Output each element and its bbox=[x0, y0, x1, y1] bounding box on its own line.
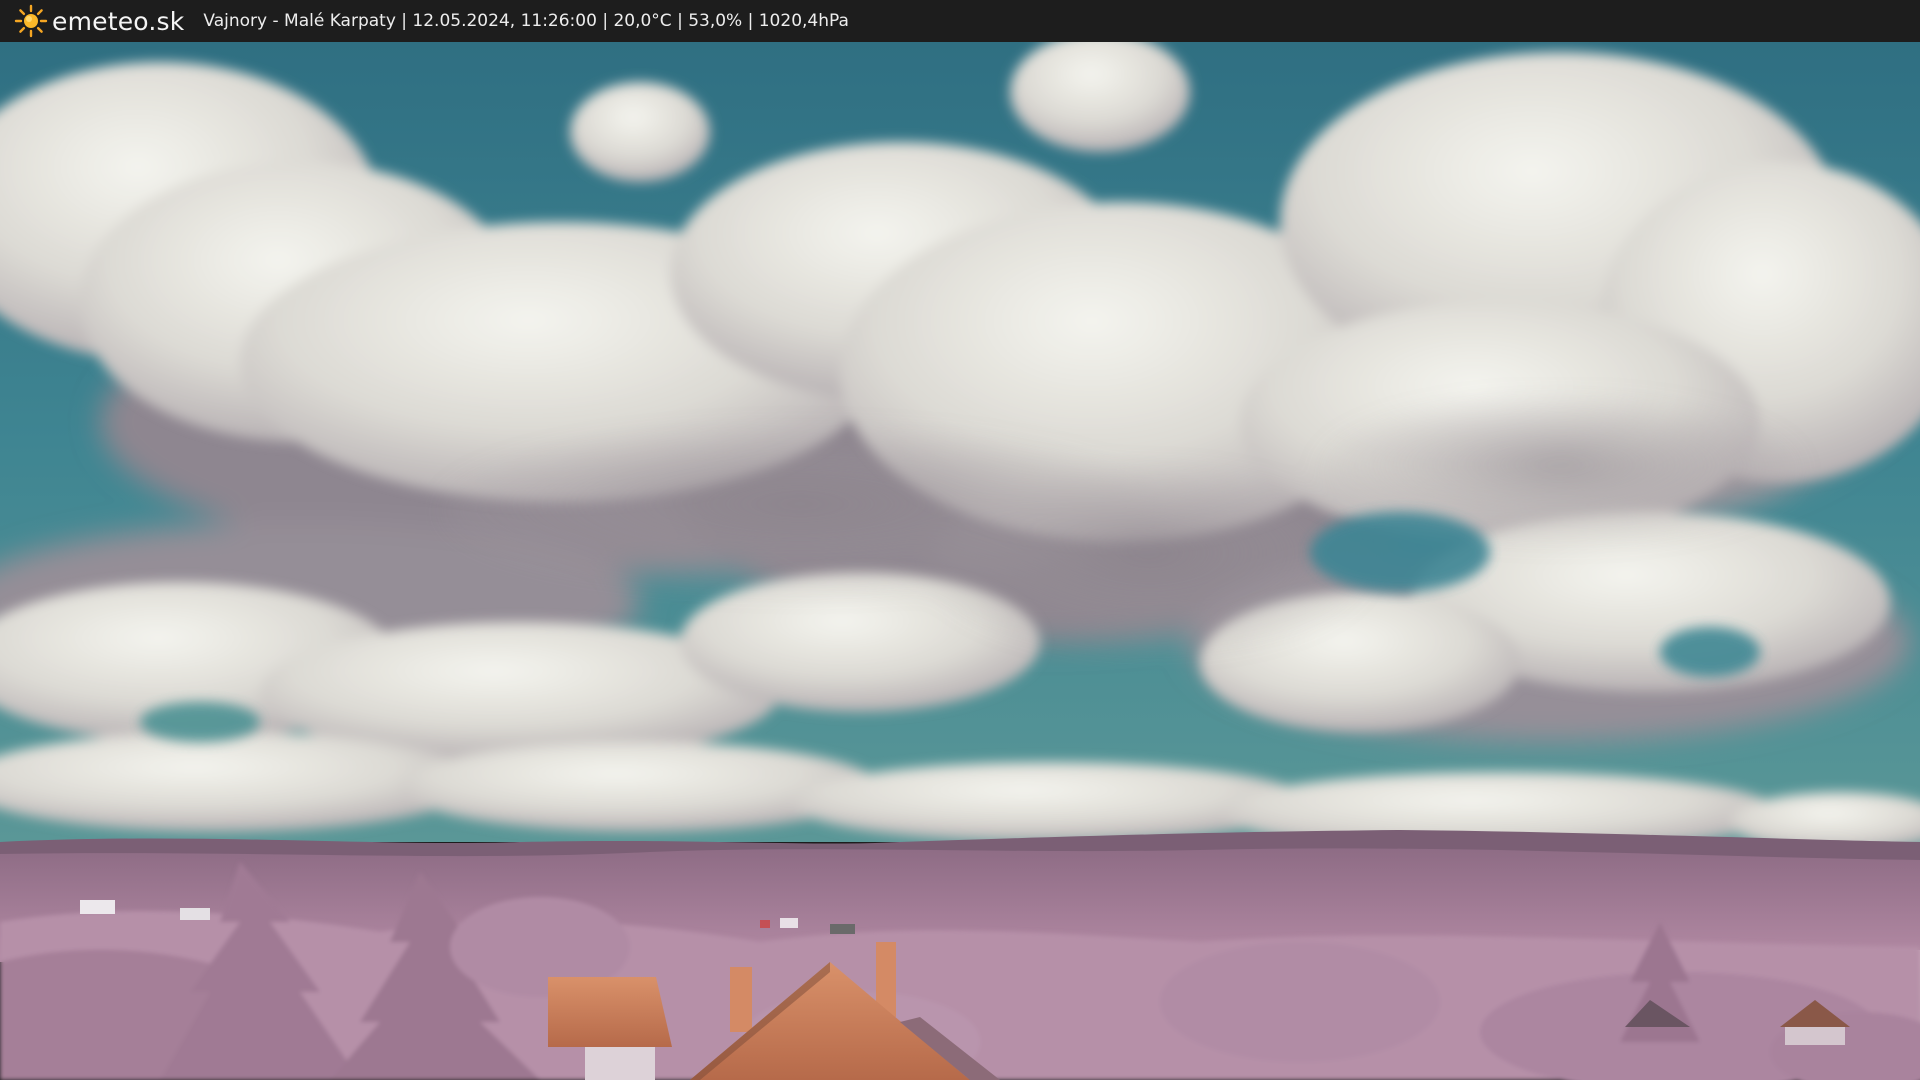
webcam-image bbox=[0, 42, 1920, 1080]
logo[interactable]: emeteo.sk bbox=[14, 0, 184, 42]
webcam-scene bbox=[0, 42, 1920, 1080]
webcam-caption: Vajnory - Malé Karpaty | 12.05.2024, 11:… bbox=[203, 11, 849, 31]
top-bar: emeteo.sk Vajnory - Malé Karpaty | 12.05… bbox=[0, 0, 1920, 42]
brand-name: emeteo.sk bbox=[52, 6, 185, 36]
sun-icon bbox=[14, 4, 48, 38]
